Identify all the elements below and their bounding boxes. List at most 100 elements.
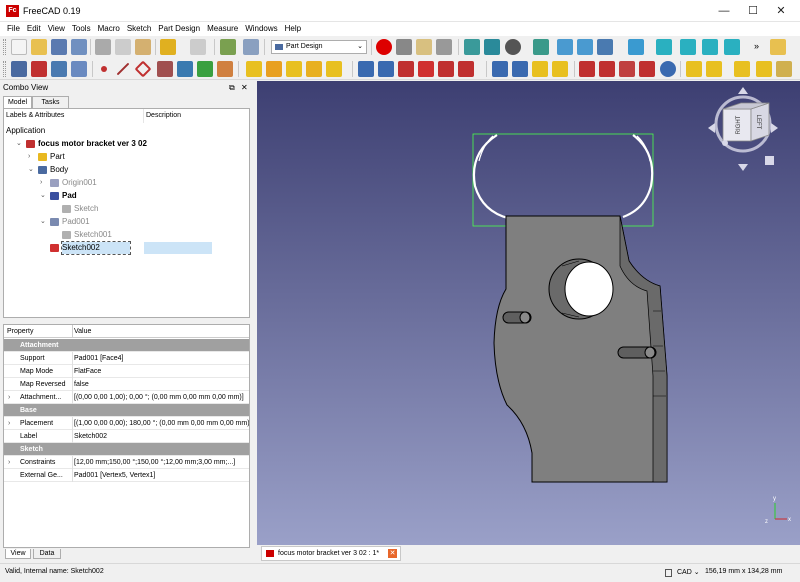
std-views-icon[interactable] xyxy=(628,39,644,55)
expand-arrow-icon[interactable]: ⌄ xyxy=(28,164,34,176)
isometric-icon[interactable] xyxy=(656,39,672,55)
close-panel-button[interactable]: ✕ xyxy=(241,83,248,92)
expand-arrow-icon[interactable]: ⌄ xyxy=(40,216,46,228)
measure-toggle-icon[interactable] xyxy=(776,61,792,77)
fillet-icon[interactable] xyxy=(579,61,595,77)
property-row[interactable]: › Constraints [12,00 mm;150,00 °;150,00 °;… xyxy=(4,456,249,469)
fit-selection-icon[interactable] xyxy=(484,39,500,55)
save-icon[interactable] xyxy=(51,39,67,55)
validate-sketch-icon[interactable] xyxy=(51,61,67,77)
tree-item[interactable]: › Origin001 xyxy=(4,177,249,189)
tree-item[interactable]: ⌄ Body xyxy=(4,164,249,176)
3d-viewport[interactable]: RIGHT LEFT y x z xyxy=(257,81,800,545)
column-description[interactable]: Description xyxy=(144,109,249,123)
property-value[interactable]: false xyxy=(72,378,249,391)
property-value[interactable]: Pad001 [Face4] xyxy=(72,352,249,365)
expand-arrow-icon[interactable]: › xyxy=(8,391,10,404)
sub-shape-binder-icon[interactable] xyxy=(177,61,193,77)
macro-edit-icon[interactable] xyxy=(416,39,432,55)
whats-this-icon[interactable] xyxy=(243,39,259,55)
mirrored-icon[interactable] xyxy=(492,61,508,77)
expand-arrow-icon[interactable]: › xyxy=(28,151,30,163)
menu-part-design[interactable]: Part Design xyxy=(158,22,200,36)
menu-view[interactable]: View xyxy=(48,22,65,36)
tab-view[interactable]: View xyxy=(5,549,31,559)
menu-sketch[interactable]: Sketch xyxy=(127,22,151,36)
measure-linear-icon[interactable] xyxy=(686,61,702,77)
save-as-icon[interactable] xyxy=(71,39,87,55)
datum-plane-icon[interactable] xyxy=(134,60,152,78)
macro-icon[interactable] xyxy=(217,61,233,77)
measure-angular-icon[interactable] xyxy=(706,61,722,77)
tree-item[interactable]: ⌄ Pad001 xyxy=(4,216,249,228)
menu-measure[interactable]: Measure xyxy=(207,22,238,36)
minimize-button[interactable]: — xyxy=(717,4,731,18)
top-view-icon[interactable] xyxy=(702,39,718,55)
pad-icon[interactable] xyxy=(246,61,262,77)
property-value[interactable]: [(1,00 0,00 0,00); 180,00 °; (0,00 mm 0,… xyxy=(72,417,249,430)
workbench-select[interactable]: Part Design ⌄ xyxy=(271,40,367,54)
navigation-style[interactable]: CAD ⌄ xyxy=(677,568,700,576)
additive-primitive-icon[interactable] xyxy=(326,61,342,77)
viewport-canvas[interactable]: RIGHT LEFT y x z xyxy=(257,81,800,545)
maximize-button[interactable]: ☐ xyxy=(746,4,760,18)
column-labels[interactable]: Labels & Attributes xyxy=(6,109,144,123)
expand-arrow-icon[interactable]: › xyxy=(8,417,10,430)
datum-line-icon[interactable] xyxy=(116,62,130,76)
create-sketch-icon[interactable] xyxy=(31,61,47,77)
close-button[interactable]: ✕ xyxy=(774,4,788,18)
local-cs-icon[interactable] xyxy=(157,61,173,77)
expand-arrow-icon[interactable]: › xyxy=(8,456,10,469)
macro-run-icon[interactable] xyxy=(436,39,452,55)
macro-stop-icon[interactable] xyxy=(396,39,412,55)
menu-help[interactable]: Help xyxy=(285,22,301,36)
datum-point-icon[interactable] xyxy=(101,66,107,72)
additive-loft-icon[interactable] xyxy=(286,61,302,77)
measure-refresh-icon[interactable] xyxy=(734,61,750,77)
expand-arrow-icon[interactable]: › xyxy=(40,177,42,189)
macro-record-icon[interactable] xyxy=(376,39,392,55)
document-tab[interactable]: focus motor bracket ver 3 02 : 1* ✕ xyxy=(261,546,401,561)
undo-icon[interactable] xyxy=(160,39,176,55)
toolbar-overflow-icon[interactable]: » xyxy=(754,41,759,51)
tree-item[interactable]: ⌄ focus motor bracket ver 3 02 xyxy=(4,138,249,150)
new-icon[interactable] xyxy=(11,39,27,55)
property-row[interactable]: Map Mode FlatFace xyxy=(4,365,249,378)
draft-icon[interactable] xyxy=(619,61,635,77)
part-icon[interactable] xyxy=(770,39,786,55)
subtractive-primitive-icon[interactable] xyxy=(458,61,474,77)
create-body-icon[interactable] xyxy=(11,61,27,77)
open-icon[interactable] xyxy=(31,39,47,55)
property-value[interactable]: FlatFace xyxy=(72,365,249,378)
linear-pattern-icon[interactable] xyxy=(512,61,528,77)
menu-tools[interactable]: Tools xyxy=(72,22,91,36)
right-view-icon[interactable] xyxy=(724,39,740,55)
property-row[interactable]: › Attachment... [(0,00 0,00 1,00); 0,00 °;… xyxy=(4,391,249,404)
boolean-icon[interactable] xyxy=(660,61,676,77)
groove-icon[interactable] xyxy=(398,61,414,77)
tab-data[interactable]: Data xyxy=(33,549,61,559)
tree-item[interactable]: Sketch001 xyxy=(4,229,249,241)
float-panel-button[interactable]: ⧉ xyxy=(229,83,235,93)
draw-style-icon[interactable] xyxy=(505,39,521,55)
property-value[interactable]: [12,00 mm;150,00 °;150,00 °;12,00 mm;3,0… xyxy=(72,456,249,469)
bounding-box-icon[interactable] xyxy=(533,39,549,55)
tree-item[interactable]: Sketch xyxy=(4,203,249,215)
chamfer-icon[interactable] xyxy=(599,61,615,77)
tree-item[interactable]: ⌄ Pad xyxy=(4,190,249,202)
property-value[interactable]: Pad001 [Vertex5, Vertex1] xyxy=(72,469,249,482)
menu-windows[interactable]: Windows xyxy=(245,22,277,36)
property-value[interactable]: [(0,00 0,00 1,00); 0,00 °; (0,00 mm 0,00… xyxy=(72,391,249,404)
thickness-icon[interactable] xyxy=(639,61,655,77)
tab-model[interactable]: Model xyxy=(3,96,32,108)
expand-arrow-icon[interactable]: ⌄ xyxy=(16,138,22,150)
menu-macro[interactable]: Macro xyxy=(98,22,120,36)
multitransform-icon[interactable] xyxy=(552,61,568,77)
shape-binder-icon[interactable] xyxy=(71,61,87,77)
paste-icon[interactable] xyxy=(135,39,151,55)
cut-icon[interactable] xyxy=(95,39,111,55)
clone-icon[interactable] xyxy=(197,61,213,77)
hole-icon[interactable] xyxy=(378,61,394,77)
revolution-icon[interactable] xyxy=(266,61,282,77)
toolbar-grip[interactable] xyxy=(3,39,6,55)
